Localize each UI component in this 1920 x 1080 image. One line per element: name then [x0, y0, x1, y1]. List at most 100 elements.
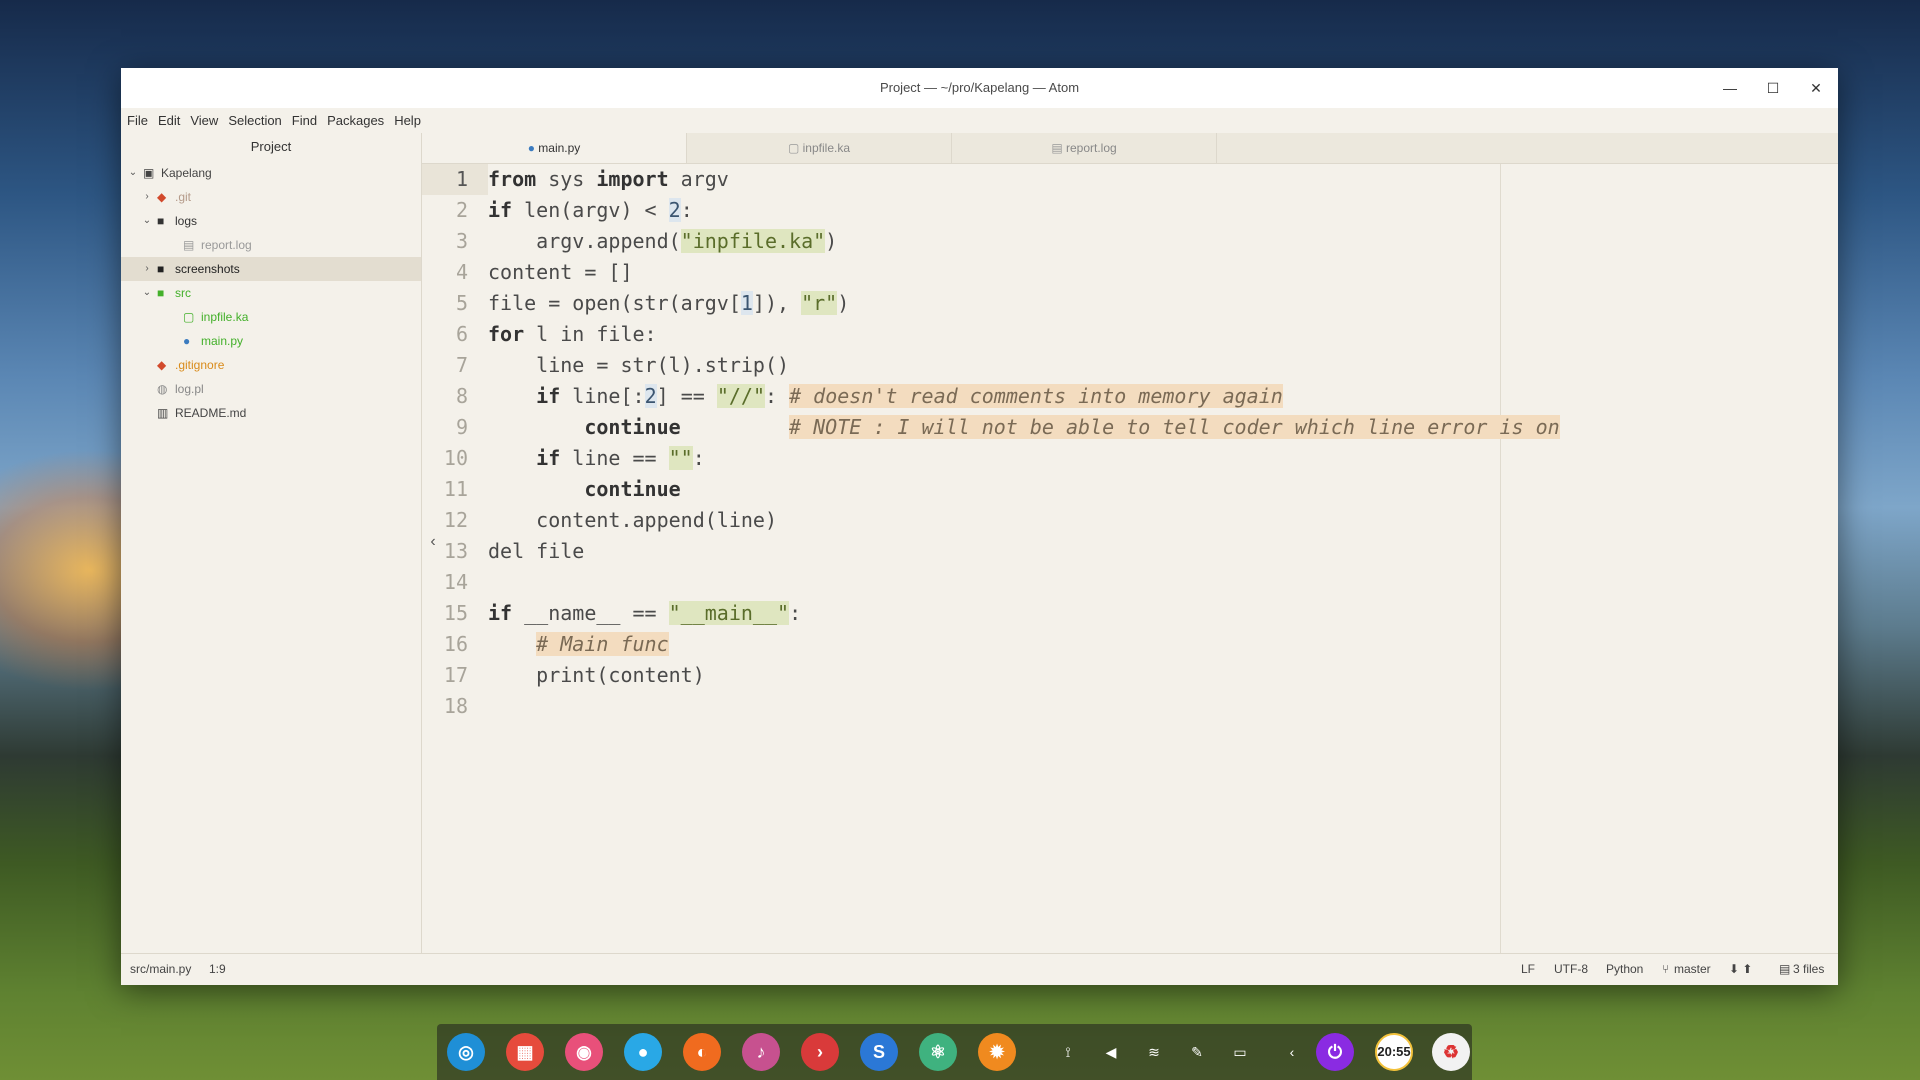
dock-clock[interactable]: 20:55	[1375, 1033, 1413, 1071]
tree-item[interactable]: › ■ screenshots	[121, 257, 421, 281]
atom-icon[interactable]: ⚛	[919, 1033, 957, 1071]
code-line[interactable]: argv.append("inpfile.ka")	[488, 226, 837, 257]
music-player-icon[interactable]: ♪	[742, 1033, 780, 1071]
code-token: if	[488, 601, 513, 625]
status-cursor-position[interactable]: 1:9	[209, 954, 226, 985]
terminal-icon[interactable]: ›	[801, 1033, 839, 1071]
tree-item[interactable]: ▥ README.md	[121, 401, 421, 425]
menu-packages[interactable]: Packages	[327, 113, 384, 128]
maps-icon[interactable]: ●	[624, 1033, 662, 1071]
tree-item[interactable]: ◆ .gitignore	[121, 353, 421, 377]
folder-icon: ■	[157, 286, 165, 300]
wifi-icon[interactable]: ≋	[1139, 1033, 1169, 1071]
status-line-ending[interactable]: LF	[1521, 954, 1535, 985]
close-button[interactable]: ✕	[1794, 68, 1838, 108]
tree-item[interactable]: ▢ inpfile.ka	[121, 305, 421, 329]
code-line[interactable]: print(content)	[488, 660, 705, 691]
line-number-gutter: 1 2 3 4 5 6 7 8 9 10 11 12 13 14 15 16 17 18	[422, 164, 488, 954]
menu-selection[interactable]: Selection	[228, 113, 281, 128]
chevron-right-icon[interactable]: ›	[141, 185, 153, 209]
trash-icon[interactable]: ♻	[1432, 1033, 1470, 1071]
code-line[interactable]: # Main func	[488, 629, 669, 660]
code-line[interactable]: line = str(l).strip()	[488, 350, 789, 381]
code-token: line = str(l).strip()	[488, 353, 790, 377]
tree-item[interactable]: ▤ report.log	[121, 233, 421, 257]
code-line[interactable]: if len(argv) < 2:	[488, 195, 693, 226]
code-line[interactable]: file = open(str(argv[1]), "r")	[488, 288, 849, 319]
battery-icon[interactable]: ▭	[1225, 1033, 1255, 1071]
code-token: # doesn't read comments into memory agai…	[789, 384, 1283, 408]
code-token: argv	[668, 167, 729, 191]
tree-item[interactable]: ● main.py	[121, 329, 421, 353]
tree-item[interactable]: › ◆ .git	[121, 185, 421, 209]
code-token: content = []	[488, 260, 633, 284]
tab-main-py[interactable]: ● main.py	[422, 133, 687, 163]
chevron-down-icon[interactable]: ⌄	[141, 281, 153, 305]
tree-item-label: README.md	[175, 406, 247, 420]
code-line[interactable]: if line[:2] == "//": # doesn't read comm…	[488, 381, 1283, 412]
firefox-icon[interactable]: ◐	[683, 1033, 721, 1071]
collapse-tray-icon[interactable]: ‹	[1277, 1033, 1307, 1071]
status-file-path[interactable]: src/main.py	[130, 954, 191, 985]
tree-item[interactable]: ⌄ ■ src	[121, 281, 421, 305]
status-files[interactable]: 3 files	[1793, 954, 1824, 985]
code-line[interactable]: from sys import argv	[488, 164, 729, 195]
code-line[interactable]: del file	[488, 536, 584, 567]
code-token: for	[488, 322, 525, 346]
code-line[interactable]: content.append(line)	[488, 505, 777, 536]
code-line[interactable]: continue # NOTE : I will not be able to …	[488, 412, 1560, 443]
line-number: 1	[422, 164, 488, 195]
line-number: 6	[455, 322, 468, 346]
status-grammar[interactable]: Python	[1606, 954, 1643, 985]
multitask-view-icon[interactable]: ▦	[506, 1033, 544, 1071]
code-line[interactable]: if __name__ == "__main__":	[488, 598, 801, 629]
chevron-down-icon[interactable]: ⌄	[127, 161, 139, 185]
menu-find[interactable]: Find	[292, 113, 317, 128]
code-line[interactable]: if line == "":	[488, 443, 705, 474]
settings-icon[interactable]: ✹	[978, 1033, 1016, 1071]
tab-label: inpfile.ka	[802, 141, 851, 155]
tree-item[interactable]: ⌄ ▣ Kapelang	[121, 161, 421, 185]
menu-help[interactable]: Help	[394, 113, 421, 128]
trash-glyph: ♻	[1442, 1042, 1460, 1062]
github-files-icon: ▤	[1779, 962, 1791, 976]
menu-edit[interactable]: Edit	[158, 113, 180, 128]
minimize-button[interactable]: —	[1708, 68, 1752, 108]
tree-item-label: Kapelang	[161, 166, 212, 180]
status-branch[interactable]: master	[1674, 954, 1711, 985]
chevron-down-icon[interactable]: ⌄	[141, 209, 153, 233]
browser-icon[interactable]: S	[860, 1033, 898, 1071]
pen-icon[interactable]: ✎	[1182, 1033, 1212, 1071]
deepin-launcher-icon[interactable]: ◎	[447, 1033, 485, 1071]
tree-item[interactable]: ◍ log.pl	[121, 377, 421, 401]
maximize-button[interactable]: ☐	[1751, 68, 1795, 108]
power-icon[interactable]: ⏻	[1316, 1033, 1354, 1071]
code-line[interactable]: continue	[488, 474, 681, 505]
code-token: continue	[584, 477, 681, 501]
code-token: # Main func	[536, 632, 669, 656]
line-number: 2	[455, 198, 468, 222]
tab-report-log[interactable]: ▤ report.log	[952, 133, 1217, 163]
code-line[interactable]: content = []	[488, 257, 633, 288]
git-fetch-icon[interactable]: ⬇ ⬆	[1729, 954, 1752, 985]
menu-file[interactable]: File	[127, 113, 148, 128]
git-icon: ◆	[157, 358, 167, 372]
code-line[interactable]: for l in file:	[488, 319, 657, 350]
tab-inpfile-ka[interactable]: ▢ inpfile.ka	[687, 133, 952, 163]
code-token: 2	[644, 384, 657, 408]
tree-item[interactable]: ⌄ ■ logs	[121, 209, 421, 233]
menu-view[interactable]: View	[190, 113, 218, 128]
status-encoding[interactable]: UTF-8	[1554, 954, 1588, 985]
app-store-icon[interactable]: ◉	[565, 1033, 603, 1071]
file-icon: ▢	[183, 310, 195, 324]
dock-glyph: ◐	[696, 1042, 708, 1062]
text-editor[interactable]: 1 2 3 4 5 6 7 8 9 10 11 12 13 14 15 16 17 18 from sys imp…	[422, 164, 1838, 954]
collapse-tree-icon[interactable]: ‹	[423, 533, 443, 551]
usb-icon[interactable]: ⟟	[1053, 1033, 1083, 1071]
volume-icon[interactable]: ◀	[1096, 1033, 1126, 1071]
chevron-right-icon[interactable]: ›	[141, 257, 153, 281]
